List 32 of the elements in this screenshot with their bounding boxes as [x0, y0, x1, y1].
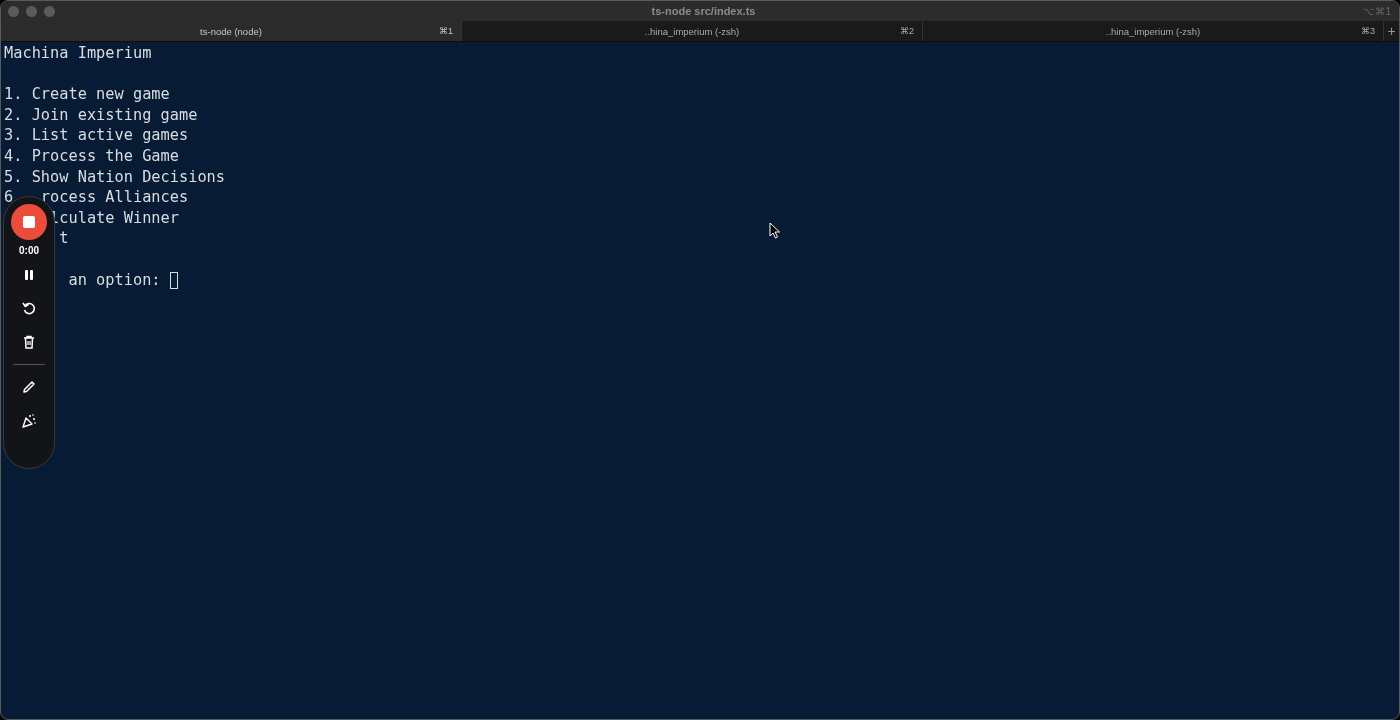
menu-option: 3. List active games	[4, 125, 189, 146]
tab-shortcut: ⌘3	[1361, 26, 1375, 36]
restart-icon[interactable]	[21, 300, 37, 316]
terminal-tab[interactable]: ..hina_imperium (-zsh) ⌘2	[462, 21, 923, 41]
text-cursor	[169, 271, 178, 289]
menu-option: rocess Alliances	[40, 187, 189, 208]
recording-timer: 0:00	[19, 245, 39, 256]
tab-label: ts-node (node)	[200, 25, 262, 37]
menu-option: lculate Winner	[50, 207, 179, 229]
mouse-pointer-icon	[769, 222, 781, 239]
app-title: Machina Imperium	[4, 43, 152, 64]
pencil-icon[interactable]	[21, 379, 37, 395]
trash-icon[interactable]	[21, 334, 37, 350]
pause-icon[interactable]	[22, 268, 36, 282]
tab-label: ..hina_imperium (-zsh)	[644, 25, 740, 37]
menu-option: 4. Process the Game	[4, 145, 179, 167]
new-tab-button[interactable]: +	[1384, 21, 1399, 41]
tab-label: ..hina_imperium (-zsh)	[1105, 25, 1201, 37]
tab-shortcut: ⌘2	[900, 26, 914, 36]
terminal-tab[interactable]: ts-node (node) ⌘1	[1, 21, 462, 41]
prompt-text: an option:	[68, 269, 161, 291]
tab-shortcut: ⌘1	[439, 26, 453, 36]
menu-option: t	[59, 228, 69, 249]
menu-option: 2. Join existing game	[4, 104, 198, 126]
menu-option: 6	[4, 187, 14, 208]
window-shortcut: ⌥⌘1	[1362, 5, 1392, 17]
menu-option: 1. Create new game	[4, 84, 170, 105]
terminal-tab[interactable]: ..hina_imperium (-zsh) ⌘3	[923, 21, 1384, 41]
menu-option: 5. Show Nation Decisions	[4, 166, 226, 188]
stop-button[interactable]	[11, 204, 47, 240]
window-title: ts-node src/index.ts	[650, 5, 757, 17]
sparkle-wand-icon[interactable]	[21, 413, 37, 429]
